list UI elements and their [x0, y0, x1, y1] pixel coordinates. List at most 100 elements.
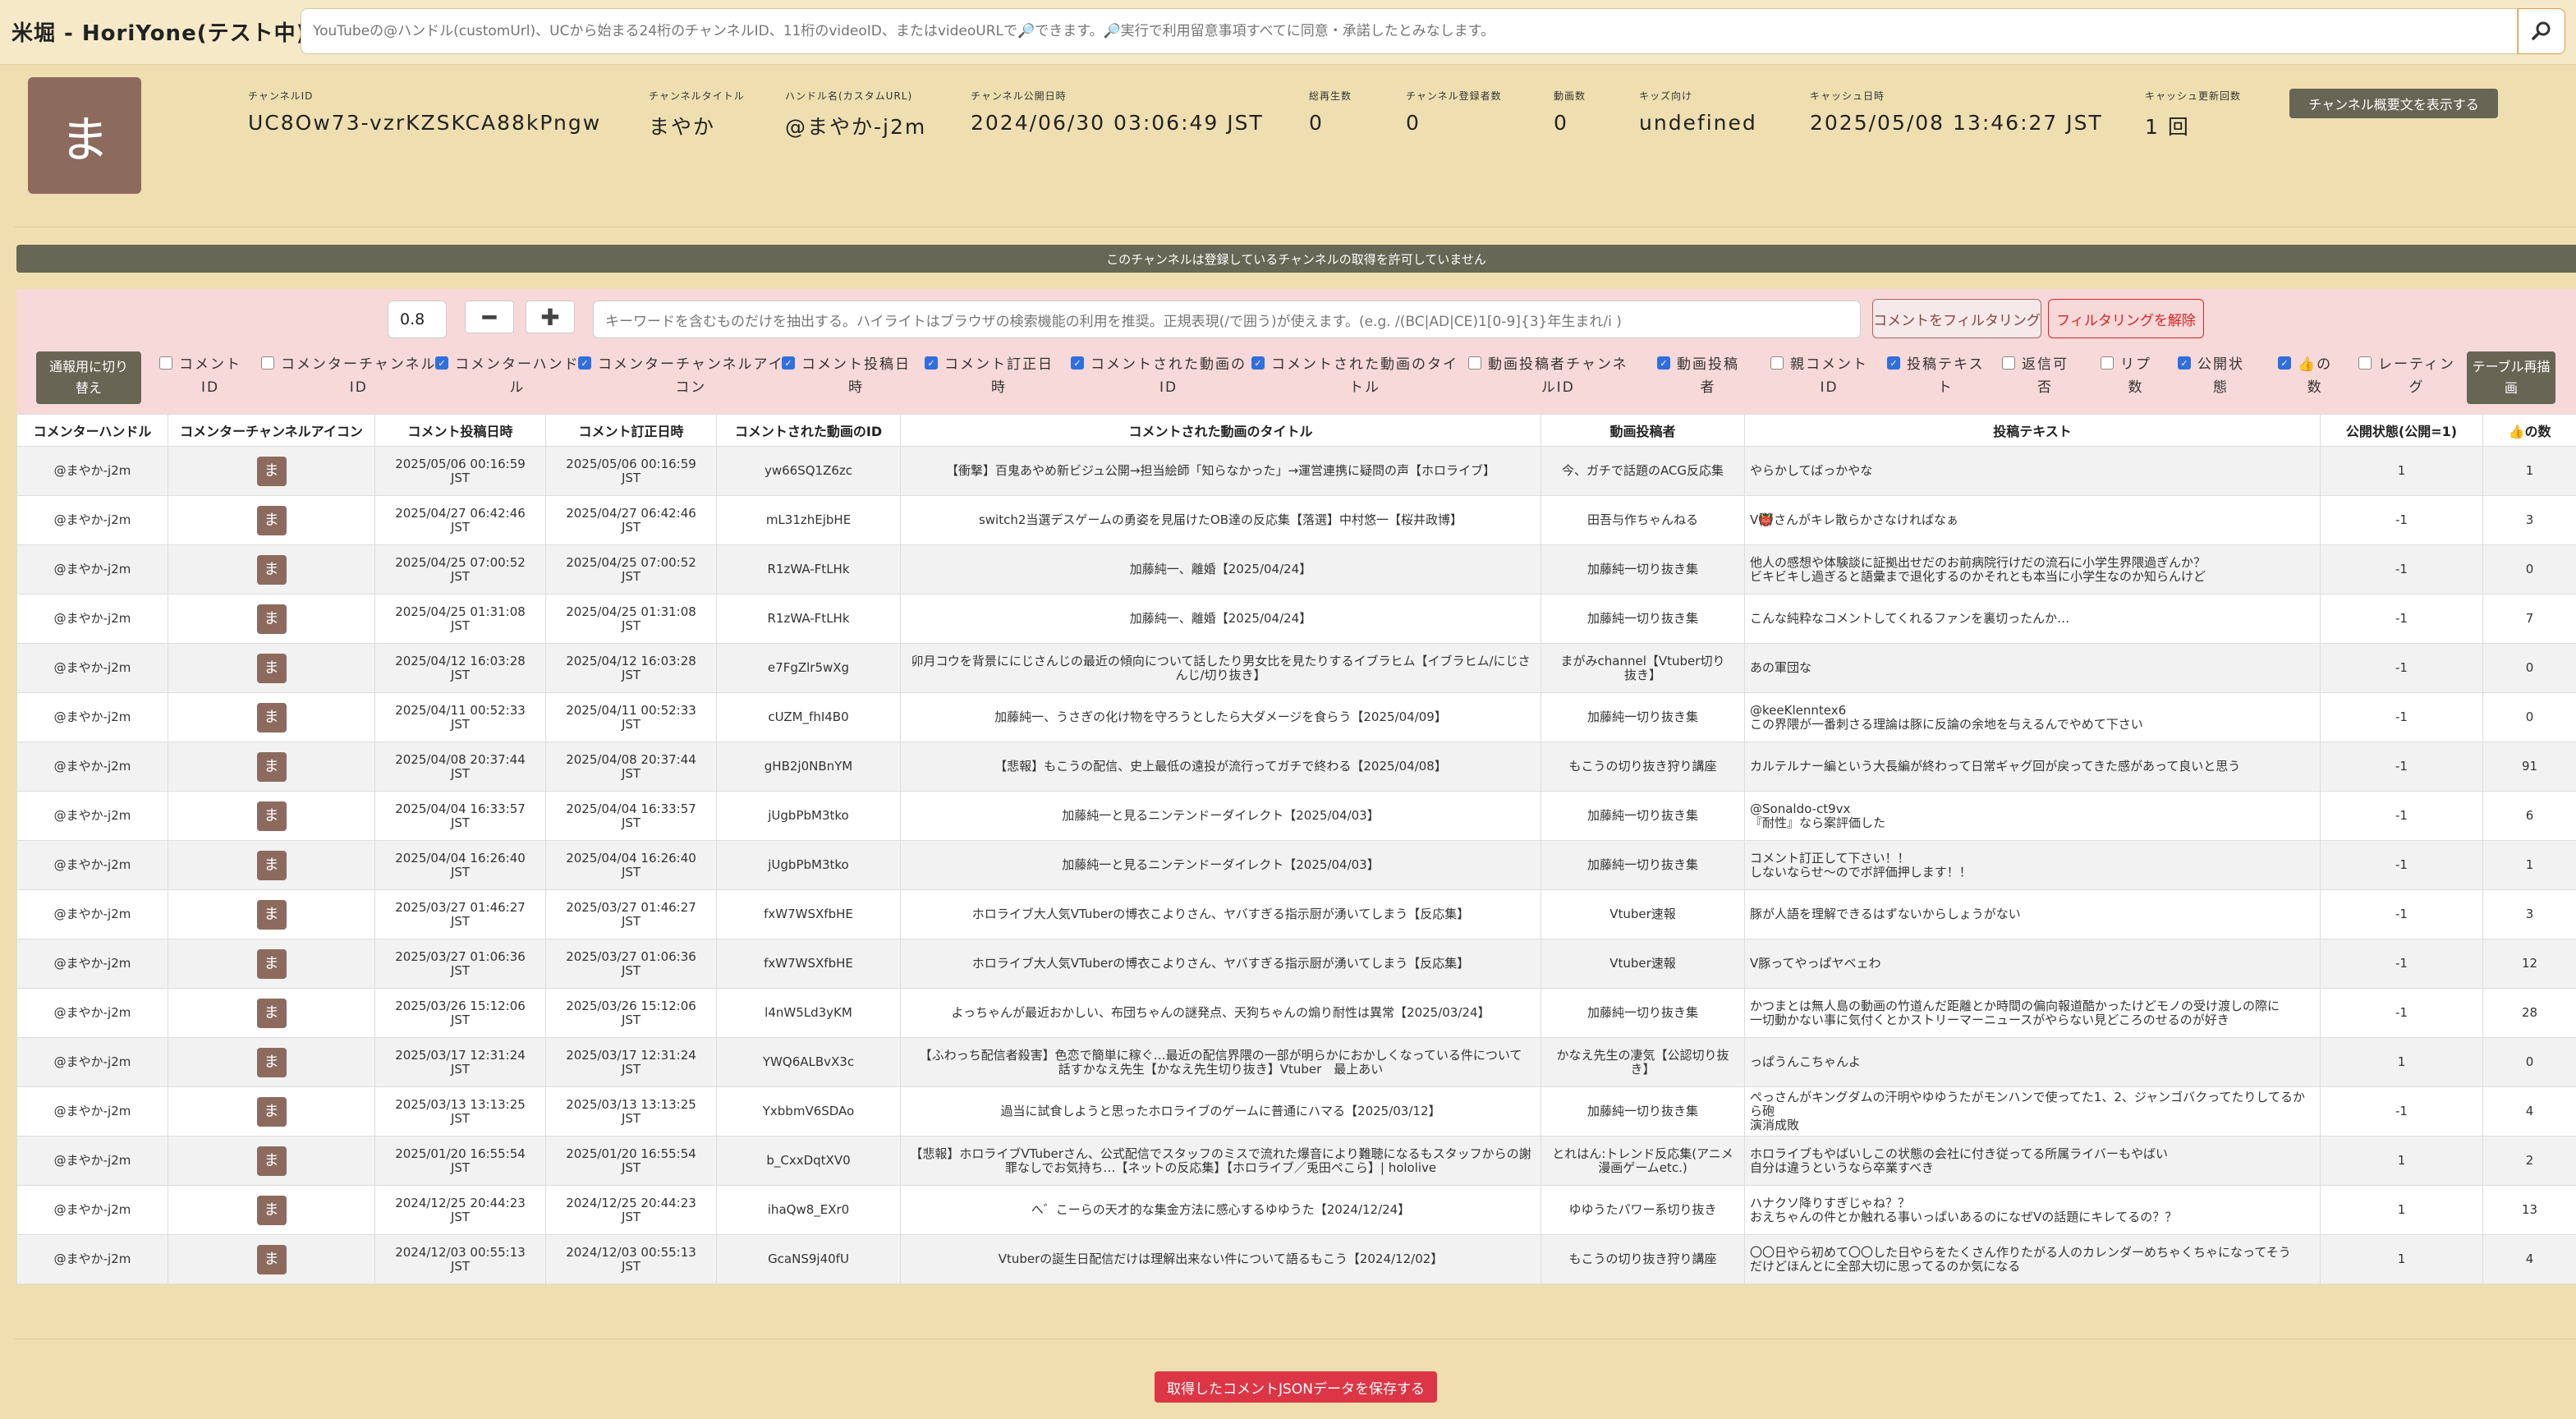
- avatar[interactable]: ま: [256, 899, 287, 930]
- avatar[interactable]: ま: [256, 505, 287, 535]
- video-title[interactable]: ホロライブ大人気VTuberの博衣こよりさん、ヤバすぎる指示厨が湧いてしまう【反…: [900, 939, 1541, 989]
- video-id[interactable]: fxW7WSXfbHE: [716, 889, 901, 939]
- filter-comments-button[interactable]: コメントをフィルタリング: [1872, 299, 2041, 338]
- checkbox[interactable]: [261, 356, 274, 370]
- checkbox[interactable]: ✓: [1071, 356, 1084, 370]
- commenter-handle[interactable]: @まやか-j2m: [16, 544, 168, 595]
- commenter-handle[interactable]: @まやか-j2m: [16, 988, 168, 1038]
- checkbox[interactable]: [2358, 356, 2372, 370]
- uploader[interactable]: かなえ先生の凄気【公認切り抜 き】: [1541, 1037, 1745, 1087]
- column-header[interactable]: 動画投稿者: [1541, 414, 1745, 447]
- uploader[interactable]: 今、ガチで話題のACG反応集: [1541, 446, 1745, 496]
- checkbox[interactable]: ✓: [578, 356, 591, 370]
- decrement-button[interactable]: ━: [465, 301, 514, 333]
- column-toggle[interactable]: ✓ コメントされた動画の ID: [1071, 353, 1247, 399]
- video-id[interactable]: R1zWA-FtLHk: [716, 544, 901, 595]
- commenter-handle[interactable]: @まやか-j2m: [16, 889, 168, 939]
- avatar[interactable]: ま: [256, 850, 287, 880]
- checkbox[interactable]: [2002, 356, 2015, 370]
- column-header[interactable]: コメント投稿日時: [374, 414, 546, 447]
- video-title[interactable]: Vtuberの誕生日配信だけは理解出来ない件について語るもこう【2024/12/…: [900, 1234, 1541, 1284]
- avatar[interactable]: ま: [256, 1195, 287, 1225]
- video-title[interactable]: 加藤純一、離婚【2025/04/24】: [900, 544, 1541, 595]
- column-header[interactable]: 投稿テキスト: [1744, 414, 2321, 447]
- column-toggle[interactable]: ✓ コメント訂正日時: [925, 353, 1054, 399]
- checkbox[interactable]: ✓: [1887, 356, 1900, 370]
- column-toggle[interactable]: リプ数: [2101, 353, 2151, 399]
- checkbox[interactable]: [159, 356, 172, 370]
- video-title[interactable]: switch2当選デスゲームの勇姿を見届けたOB達の反応集【落選】中村悠一【桜井…: [900, 495, 1541, 545]
- column-toggle[interactable]: レーティング: [2358, 353, 2455, 399]
- commenter-handle[interactable]: @まやか-j2m: [16, 1037, 168, 1087]
- column-toggle[interactable]: ✓ 公開状態: [2178, 353, 2244, 399]
- avatar[interactable]: ま: [256, 554, 287, 585]
- column-toggle[interactable]: 返信可否: [2002, 353, 2069, 399]
- video-id[interactable]: GcaNS9j40fU: [716, 1234, 901, 1284]
- checkbox[interactable]: ✓: [925, 356, 938, 370]
- search-input[interactable]: [301, 9, 2517, 53]
- uploader[interactable]: 加藤純一切り抜き集: [1541, 544, 1745, 595]
- video-title[interactable]: 【衝撃】百鬼あやめ新ビジュ公開→担当絵師「知らなかった」→運営連携に疑問の声【ホ…: [900, 446, 1541, 496]
- video-id[interactable]: jUgbPbM3tko: [716, 840, 901, 890]
- commenter-handle[interactable]: @まやか-j2m: [16, 742, 168, 792]
- search-button[interactable]: [2518, 8, 2565, 54]
- increment-button[interactable]: ✚: [526, 301, 575, 333]
- avatar[interactable]: ま: [256, 456, 287, 486]
- uploader[interactable]: 加藤純一切り抜き集: [1541, 840, 1745, 890]
- video-id[interactable]: cUZM_fhI4B0: [716, 692, 901, 742]
- video-id[interactable]: l4nW5Ld3yKM: [716, 988, 901, 1038]
- commenter-handle[interactable]: @まやか-j2m: [16, 840, 168, 890]
- checkbox[interactable]: ✓: [782, 356, 795, 370]
- commenter-handle[interactable]: @まやか-j2m: [16, 643, 168, 693]
- video-title[interactable]: 加藤純一と見るニンテンドーダイレクト【2025/04/03】: [900, 791, 1541, 841]
- column-toggle[interactable]: コメント ID: [159, 353, 241, 399]
- column-toggle[interactable]: ✓ コメンターハンドル: [435, 353, 580, 399]
- video-id[interactable]: YWQ6ALBvX3c: [716, 1037, 901, 1087]
- column-toggle[interactable]: コメンターチャンネル ID: [261, 353, 437, 399]
- avatar[interactable]: ま: [256, 702, 287, 732]
- column-header[interactable]: コメント訂正日時: [545, 414, 717, 447]
- commenter-handle[interactable]: @まやか-j2m: [16, 495, 168, 545]
- video-id[interactable]: e7FgZlr5wXg: [716, 643, 901, 693]
- show-description-button[interactable]: チャンネル概要文を表示する: [2289, 89, 2498, 118]
- uploader[interactable]: 加藤純一切り抜き集: [1541, 1086, 1745, 1137]
- checkbox[interactable]: ✓: [1251, 356, 1265, 370]
- save-json-button[interactable]: 取得したコメントJSONデータを保存する: [1155, 1371, 1437, 1403]
- uploader[interactable]: もこうの切り抜き狩り講座: [1541, 1234, 1745, 1284]
- checkbox[interactable]: [2101, 356, 2114, 370]
- avatar[interactable]: ま: [256, 1096, 287, 1127]
- avatar[interactable]: ま: [256, 1146, 287, 1176]
- video-id[interactable]: ihaQw8_EXr0: [716, 1185, 901, 1235]
- avatar[interactable]: ま: [256, 998, 287, 1028]
- column-toggle[interactable]: ✓ 動画投稿者: [1657, 353, 1739, 399]
- video-id[interactable]: YxbbmV6SDAo: [716, 1086, 901, 1137]
- search-box[interactable]: [301, 8, 2518, 54]
- column-toggle[interactable]: 親コメント ID: [1770, 353, 1868, 399]
- video-title[interactable]: へ゛こーらの天才的な集金方法に感心するゆゆうた【2024/12/24】: [900, 1185, 1541, 1235]
- commenter-handle[interactable]: @まやか-j2m: [16, 692, 168, 742]
- threshold-input[interactable]: 0.8: [388, 301, 447, 338]
- column-header[interactable]: コメンターチャンネルアイコン: [168, 414, 375, 447]
- checkbox[interactable]: ✓: [1657, 356, 1670, 370]
- clear-filter-button[interactable]: フィルタリングを解除: [2048, 299, 2204, 338]
- avatar[interactable]: ま: [256, 1047, 287, 1077]
- commenter-handle[interactable]: @まやか-j2m: [16, 446, 168, 496]
- video-id[interactable]: gHB2j0NBnYM: [716, 742, 901, 792]
- avatar[interactable]: ま: [256, 653, 287, 683]
- uploader[interactable]: もこうの切り抜き狩り講座: [1541, 742, 1745, 792]
- video-id[interactable]: yw66SQ1Z6zc: [716, 446, 901, 496]
- uploader[interactable]: 田吾与作ちゃんねる: [1541, 495, 1745, 545]
- commenter-handle[interactable]: @まやか-j2m: [16, 939, 168, 989]
- video-title[interactable]: 【ふわっち配信者殺害】色恋で簡単に稼ぐ…最近の配信界隈の一部が明らかにおかしくな…: [900, 1037, 1541, 1087]
- commenter-handle[interactable]: @まやか-j2m: [16, 594, 168, 644]
- column-header[interactable]: コメントされた動画のID: [716, 414, 901, 447]
- column-header[interactable]: 公開状態(公開=1): [2320, 414, 2483, 447]
- commenter-handle[interactable]: @まやか-j2m: [16, 1086, 168, 1137]
- checkbox[interactable]: [1468, 356, 1481, 370]
- column-header[interactable]: コメンターハンドル: [16, 414, 168, 447]
- checkbox[interactable]: ✓: [2178, 356, 2191, 370]
- column-toggle[interactable]: ✓ 投稿テキスト: [1887, 353, 1985, 399]
- video-title[interactable]: 【悲報】もこうの配信、史上最低の遠投が流行ってガチで終わる【2025/04/08…: [900, 742, 1541, 792]
- video-title[interactable]: 加藤純一、うさぎの化け物を守ろうとしたら大ダメージを食らう【2025/04/09…: [900, 692, 1541, 742]
- uploader[interactable]: Vtuber速報: [1541, 889, 1745, 939]
